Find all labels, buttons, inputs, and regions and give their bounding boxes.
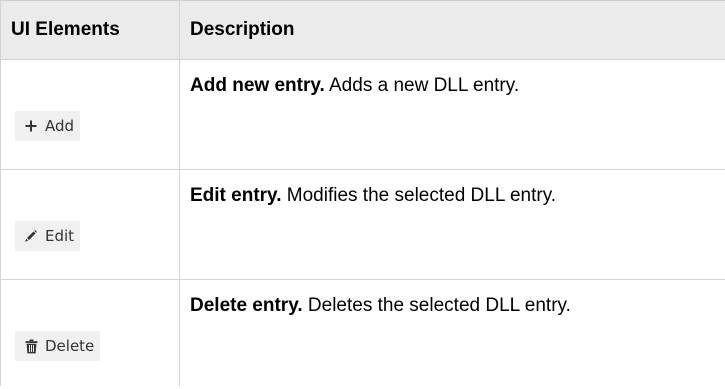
- ui-element-cell: Edit: [0, 169, 180, 280]
- ui-elements-table: UI Elements Description Add Add new entr…: [0, 0, 725, 386]
- edit-button[interactable]: Edit: [15, 221, 81, 251]
- delete-button-label: Delete: [45, 337, 95, 355]
- ui-element-cell: Add: [0, 59, 180, 170]
- edit-button-label: Edit: [45, 227, 75, 245]
- table-row-edit: Edit Edit entry. Modifies the selected D…: [0, 169, 725, 280]
- table-row-add: Add Add new entry. Adds a new DLL entry.: [0, 59, 725, 170]
- trash-icon: [23, 338, 39, 354]
- description-title: Edit entry.: [190, 185, 282, 206]
- description-column-header: Description: [179, 0, 725, 60]
- table-header-row: UI Elements Description: [0, 0, 725, 60]
- description-cell: Add new entry. Adds a new DLL entry.: [179, 59, 725, 170]
- description-title: Delete entry.: [190, 295, 303, 316]
- ui-elements-column-header: UI Elements: [0, 0, 180, 60]
- description-text: Modifies the selected DLL entry.: [281, 185, 557, 206]
- description-text: Deletes the selected DLL entry.: [302, 295, 571, 316]
- table-row-delete: Delete Delete entry. Deletes the selecte…: [0, 279, 725, 386]
- description-text: Adds a new DLL entry.: [324, 75, 520, 96]
- plus-icon: [23, 118, 39, 134]
- add-button[interactable]: Add: [15, 111, 81, 141]
- add-button-label: Add: [45, 117, 75, 135]
- delete-button[interactable]: Delete: [15, 331, 101, 361]
- pencil-icon: [23, 228, 39, 244]
- description-title: Add new entry.: [190, 75, 325, 96]
- description-cell: Delete entry. Deletes the selected DLL e…: [180, 280, 725, 386]
- description-cell: Edit entry. Modifies the selected DLL en…: [179, 169, 725, 280]
- ui-element-cell: Delete: [0, 279, 180, 386]
